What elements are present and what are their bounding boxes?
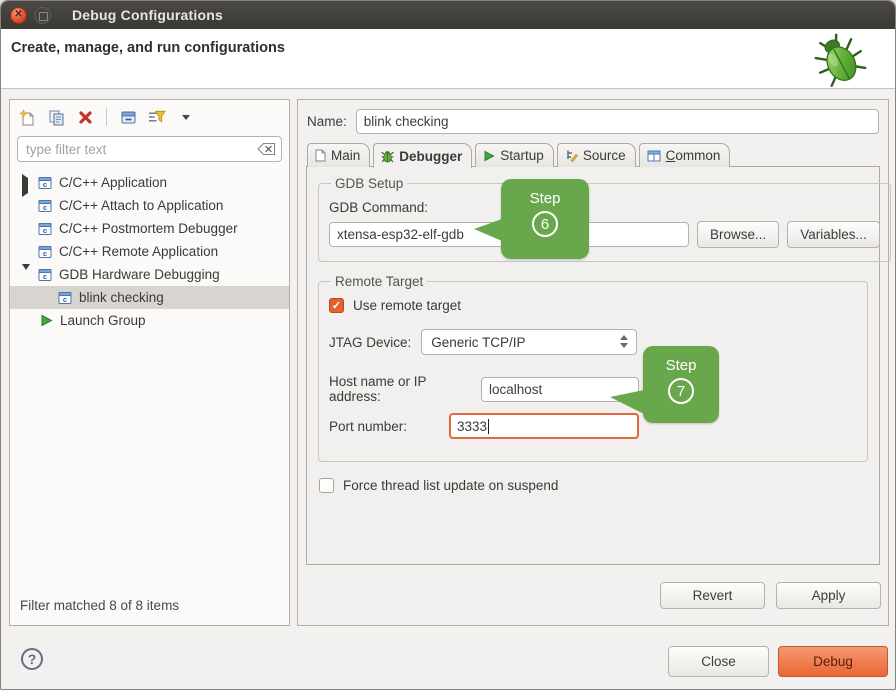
debugger-tab-content: GDB Setup GDB Command: Browse... Variabl…	[306, 166, 880, 565]
callout-tail-icon	[610, 390, 644, 414]
bug-beetle-icon	[809, 31, 871, 89]
port-input[interactable]: 3333	[449, 413, 639, 439]
c-application-icon: c	[38, 222, 52, 236]
svg-text:c: c	[43, 203, 47, 212]
delete-configuration-icon[interactable]	[76, 108, 94, 126]
source-lookup-icon	[565, 149, 578, 162]
c-application-icon: c	[38, 176, 52, 190]
window-close-icon[interactable]	[10, 7, 27, 24]
port-label: Port number:	[329, 419, 449, 434]
window-maximize-icon[interactable]	[34, 7, 51, 24]
svg-text:c: c	[43, 249, 47, 258]
launch-group-icon	[40, 314, 53, 327]
configuration-detail-panel: Name: Main	[297, 99, 889, 626]
name-input[interactable]	[356, 109, 879, 134]
window-title: Debug Configurations	[72, 7, 223, 23]
configurations-tree: c C/C++ Application c C/C++ Attach to Ap…	[10, 166, 289, 592]
page-icon	[315, 149, 326, 162]
c-application-icon: c	[38, 245, 52, 259]
tree-item-gdb-hardware-debugging[interactable]: c GDB Hardware Debugging	[10, 263, 289, 286]
expander-expanded-icon[interactable]	[22, 270, 32, 280]
configurations-panel: c C/C++ Application c C/C++ Attach to Ap…	[9, 99, 290, 626]
titlebar[interactable]: Debug Configurations	[1, 1, 895, 29]
debug-configurations-dialog: Debug Configurations Create, manage, and…	[0, 0, 896, 690]
c-application-icon: c	[58, 291, 72, 305]
port-row: Port number: 3333	[329, 413, 857, 439]
host-label: Host name or IP address:	[329, 374, 481, 404]
tree-item-cpp-remote[interactable]: c C/C++ Remote Application	[10, 240, 289, 263]
tree-item-blink-checking[interactable]: c blink checking	[10, 286, 289, 309]
dialog-body: c C/C++ Application c C/C++ Attach to Ap…	[1, 99, 896, 626]
filter-match-status: Filter matched 8 of 8 items	[10, 592, 289, 625]
gdb-setup-group: GDB Setup GDB Command: Browse... Variabl…	[318, 176, 891, 262]
configurations-toolbar	[10, 100, 289, 134]
spinner-arrows-icon[interactable]	[620, 335, 628, 348]
gdb-setup-legend: GDB Setup	[331, 176, 407, 191]
tree-item-launch-group[interactable]: Launch Group	[10, 309, 289, 332]
toolbar-menu-chevron-icon[interactable]	[177, 108, 195, 126]
c-application-icon: c	[38, 199, 52, 213]
c-application-icon: c	[38, 268, 52, 282]
filter-row	[17, 136, 282, 162]
use-remote-target-row[interactable]: ✓ Use remote target	[329, 298, 857, 313]
remote-target-group: Remote Target ✓ Use remote target JTAG D…	[318, 274, 868, 462]
dialog-footer: ? Close Debug	[1, 638, 896, 690]
text-caret	[488, 419, 489, 434]
tree-item-cpp-application[interactable]: c C/C++ Application	[10, 171, 289, 194]
filter-configurations-icon[interactable]	[148, 108, 166, 126]
debug-button[interactable]: Debug	[778, 646, 888, 677]
new-configuration-icon[interactable]	[18, 108, 36, 126]
duplicate-configuration-icon[interactable]	[47, 108, 65, 126]
collapse-all-icon[interactable]	[119, 108, 137, 126]
step-7-callout: Step 7	[643, 346, 719, 423]
clear-filter-icon[interactable]	[257, 142, 276, 156]
help-icon[interactable]: ?	[21, 648, 43, 670]
browse-button[interactable]: Browse...	[697, 221, 779, 248]
tab-startup[interactable]: Startup	[475, 143, 554, 167]
revert-button[interactable]: Revert	[660, 582, 765, 609]
jtag-device-label: JTAG Device:	[329, 335, 411, 350]
name-label: Name:	[307, 114, 347, 129]
toolbar-separator	[106, 108, 107, 126]
tab-main[interactable]: Main	[307, 143, 370, 167]
svg-text:c: c	[43, 226, 47, 235]
tab-source[interactable]: Source	[557, 143, 636, 167]
expander-collapsed-icon[interactable]	[22, 178, 32, 188]
debugger-bug-icon	[381, 150, 394, 163]
jtag-device-select[interactable]: Generic TCP/IP	[421, 329, 637, 355]
tree-item-cpp-attach[interactable]: c C/C++ Attach to Application	[10, 194, 289, 217]
use-remote-target-label: Use remote target	[353, 298, 461, 313]
config-tabs: Main Debugger St	[307, 143, 880, 167]
svg-text:c: c	[43, 180, 47, 189]
tree-item-cpp-postmortem[interactable]: c C/C++ Postmortem Debugger	[10, 217, 289, 240]
gdb-command-label: GDB Command:	[329, 200, 880, 215]
name-row: Name:	[307, 109, 879, 134]
dialog-header: Create, manage, and run configurations	[1, 29, 895, 89]
variables-button[interactable]: Variables...	[787, 221, 880, 248]
svg-text:c: c	[43, 272, 47, 281]
filter-input[interactable]	[17, 136, 282, 162]
close-button[interactable]: Close	[668, 646, 769, 677]
jtag-device-row: JTAG Device: Generic TCP/IP	[329, 329, 857, 355]
common-table-icon	[647, 150, 661, 162]
force-thread-label: Force thread list update on suspend	[343, 478, 558, 493]
callout-tail-icon	[474, 219, 502, 241]
svg-text:c: c	[63, 295, 67, 304]
startup-play-icon	[483, 150, 495, 162]
remote-target-legend: Remote Target	[331, 274, 427, 289]
tab-common[interactable]: Common	[639, 143, 731, 167]
dialog-subtitle: Create, manage, and run configurations	[11, 40, 285, 56]
step-6-callout: Step 6	[501, 179, 589, 259]
apply-button[interactable]: Apply	[776, 582, 881, 609]
host-row: Host name or IP address:	[329, 374, 857, 404]
checkbox-checked-icon[interactable]: ✓	[329, 298, 344, 313]
force-thread-row[interactable]: Force thread list update on suspend	[319, 478, 867, 493]
tab-debugger[interactable]: Debugger	[373, 143, 472, 168]
checkbox-unchecked-icon[interactable]	[319, 478, 334, 493]
